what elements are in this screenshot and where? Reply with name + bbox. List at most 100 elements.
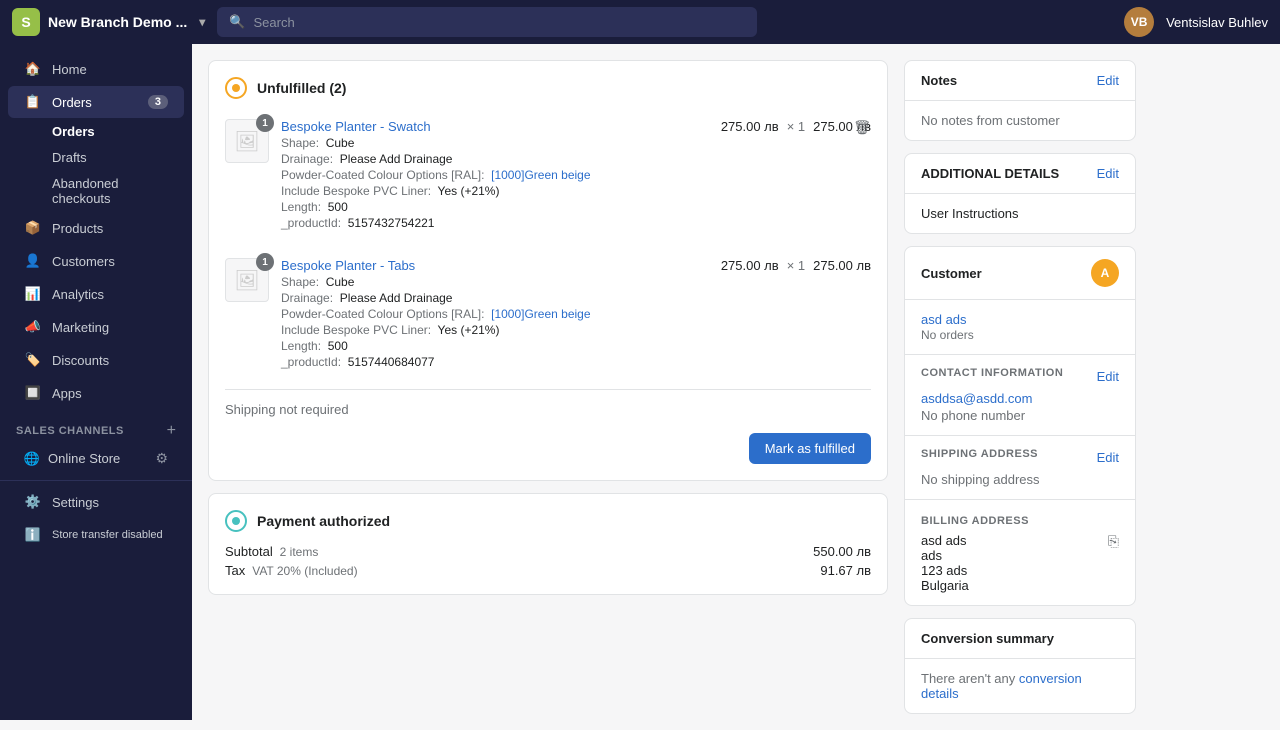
customer-header: Customer A (905, 247, 1135, 300)
sidebar-sub-drafts[interactable]: Drafts (44, 145, 184, 170)
additional-title: ADDITIONAL DETAILS (921, 166, 1059, 181)
chevron-down-icon: ▾ (199, 15, 205, 29)
sidebar-item-settings[interactable]: ⚙️ Settings (8, 486, 184, 518)
online-store-left: 🌐 Online Store (24, 451, 120, 467)
notes-card: Notes Edit No notes from customer (904, 60, 1136, 141)
contact-email: asddsa@asdd.com (921, 391, 1119, 406)
billing-country: Bulgaria (921, 578, 969, 593)
subtotal-label: Subtotal (225, 544, 273, 559)
search-icon: 🔍 (229, 14, 245, 30)
billing-section: BILLING ADDRESS asd ads ads 123 ads Bulg… (905, 500, 1135, 605)
main-content: Unfulfilled (2) 1 🖼 Bespoke Planter - Sw… (192, 44, 1280, 730)
sales-channels-section: SALES CHANNELS + (0, 410, 192, 444)
sidebar-analytics-label: Analytics (52, 287, 168, 302)
avatar: VB (1124, 7, 1154, 37)
online-store-settings-icon[interactable]: ⚙ (155, 450, 168, 467)
additional-details-card: ADDITIONAL DETAILS Edit User Instruction… (904, 153, 1136, 234)
sidebar-item-apps[interactable]: 🔲 Apps (8, 377, 184, 409)
unfulfilled-title: Unfulfilled (2) (257, 80, 346, 96)
store-logo[interactable]: S New Branch Demo ... ▾ (12, 8, 205, 36)
sidebar-item-products[interactable]: 📦 Products (8, 212, 184, 244)
item-details-1: Bespoke Planter - Swatch 275.00 лв × 1 2… (281, 119, 871, 230)
home-icon: 🏠 (24, 60, 42, 78)
sidebar-orders-label: Orders (52, 95, 138, 110)
item-name-1[interactable]: Bespoke Planter - Swatch (281, 119, 431, 134)
notes-edit-button[interactable]: Edit (1097, 73, 1119, 88)
settings-icon: ⚙️ (24, 493, 42, 511)
sidebar-store-transfer-label: Store transfer disabled (52, 529, 168, 541)
orders-badge: 3 (148, 95, 168, 109)
sidebar-customers-label: Customers (52, 254, 168, 269)
item-attr-drainage-2: Drainage: Please Add Drainage (281, 291, 871, 305)
username: Ventsislav Buhlev (1166, 15, 1268, 30)
subtotal-left: Subtotal 2 items (225, 544, 318, 559)
billing-row: asd ads ads 123 ads Bulgaria ⎘ (921, 533, 1119, 593)
item-qty-1: × 1 (787, 119, 805, 134)
topbar-right: VB Ventsislav Buhlev (1124, 7, 1268, 37)
item-attr-productid-2: _productId: 5157440684077 (281, 355, 871, 369)
contact-edit-button[interactable]: Edit (1097, 369, 1119, 384)
shipping-edit-button[interactable]: Edit (1097, 450, 1119, 465)
item-attr-shape-1: Shape: Cube (281, 136, 871, 150)
sidebar-item-home[interactable]: 🏠 Home (8, 53, 184, 85)
additional-value: User Instructions (921, 206, 1019, 221)
btn-row: Mark as fulfilled (225, 421, 871, 464)
customer-card: Customer A asd ads No orders CONTACT INF… (904, 246, 1136, 606)
unfulfilled-header: Unfulfilled (2) (225, 77, 871, 99)
customer-avatar: A (1091, 259, 1119, 287)
search-bar[interactable]: 🔍 (217, 7, 757, 37)
item-image-2: 1 🖼 (225, 258, 269, 302)
sidebar-item-analytics[interactable]: 📊 Analytics (8, 278, 184, 310)
contact-phone: No phone number (921, 408, 1119, 423)
sidebar-sub-orders[interactable]: Orders (44, 119, 184, 144)
billing-name: asd ads (921, 533, 969, 548)
payment-title: Payment authorized (257, 513, 390, 529)
sidebar-item-orders[interactable]: 📋 Orders 3 (8, 86, 184, 118)
billing-address: asd ads ads 123 ads Bulgaria (921, 533, 969, 593)
sidebar-marketing-label: Marketing (52, 320, 168, 335)
tax-detail: VAT 20% (Included) (249, 564, 358, 578)
store-transfer-icon: ℹ️ (24, 526, 42, 544)
search-input[interactable] (253, 15, 745, 30)
shipping-section: SHIPPING ADDRESS Edit No shipping addres… (905, 436, 1135, 500)
shipping-address-title: SHIPPING ADDRESS (921, 448, 1038, 460)
sidebar-discounts-label: Discounts (52, 353, 168, 368)
conversion-header: Conversion summary (905, 619, 1135, 659)
payment-card: Payment authorized Subtotal 2 items 550.… (208, 493, 888, 595)
copy-address-icon[interactable]: ⎘ (1108, 533, 1119, 550)
contact-title: CONTACT INFORMATION (921, 367, 1063, 379)
payment-header-section: Payment authorized Subtotal 2 items 550.… (209, 494, 887, 594)
customer-name[interactable]: asd ads (921, 312, 967, 327)
billing-line2: 123 ads (921, 563, 969, 578)
sales-channels-label: SALES CHANNELS (16, 425, 124, 437)
conversion-title: Conversion summary (921, 631, 1054, 646)
analytics-icon: 📊 (24, 285, 42, 303)
additional-edit-button[interactable]: Edit (1097, 166, 1119, 181)
item-badge-1: 1 (256, 114, 274, 132)
orders-icon: 📋 (24, 93, 42, 111)
marketing-icon: 📣 (24, 318, 42, 336)
sidebar-item-store-transfer[interactable]: ℹ️ Store transfer disabled (8, 519, 184, 551)
mark-fulfilled-button[interactable]: Mark as fulfilled (749, 433, 871, 464)
sidebar-item-discounts[interactable]: 🏷️ Discounts (8, 344, 184, 376)
subtotal-items: 2 items (276, 545, 318, 559)
conversion-card: Conversion summary There aren't any conv… (904, 618, 1136, 714)
tax-label: Tax (225, 563, 245, 578)
customers-icon: 👤 (24, 252, 42, 270)
contact-section: CONTACT INFORMATION Edit asddsa@asdd.com… (905, 355, 1135, 436)
conversion-body: There aren't any conversion details (905, 659, 1135, 713)
subtotal-amount: 550.00 лв (813, 544, 871, 559)
right-panel: Notes Edit No notes from customer ADDITI… (904, 60, 1136, 714)
sidebar-item-marketing[interactable]: 📣 Marketing (8, 311, 184, 343)
item-name-2[interactable]: Bespoke Planter - Tabs (281, 258, 415, 273)
item-attr-liner-1: Include Bespoke PVC Liner: Yes (+21%) (281, 184, 871, 198)
sidebar-item-online-store[interactable]: 🌐 Online Store ⚙ (8, 445, 184, 472)
conversion-text: There aren't any (921, 671, 1015, 686)
sidebar-item-customers[interactable]: 👤 Customers (8, 245, 184, 277)
subtotal-row: Subtotal 2 items 550.00 лв (225, 544, 871, 559)
item-qty-2: × 1 (787, 258, 805, 273)
sidebar-sub-abandoned[interactable]: Abandoned checkouts (44, 171, 184, 211)
customer-title: Customer (921, 266, 982, 281)
delete-item-1-icon[interactable]: 🗑 (853, 119, 871, 136)
add-sales-channel-icon[interactable]: + (167, 422, 176, 440)
